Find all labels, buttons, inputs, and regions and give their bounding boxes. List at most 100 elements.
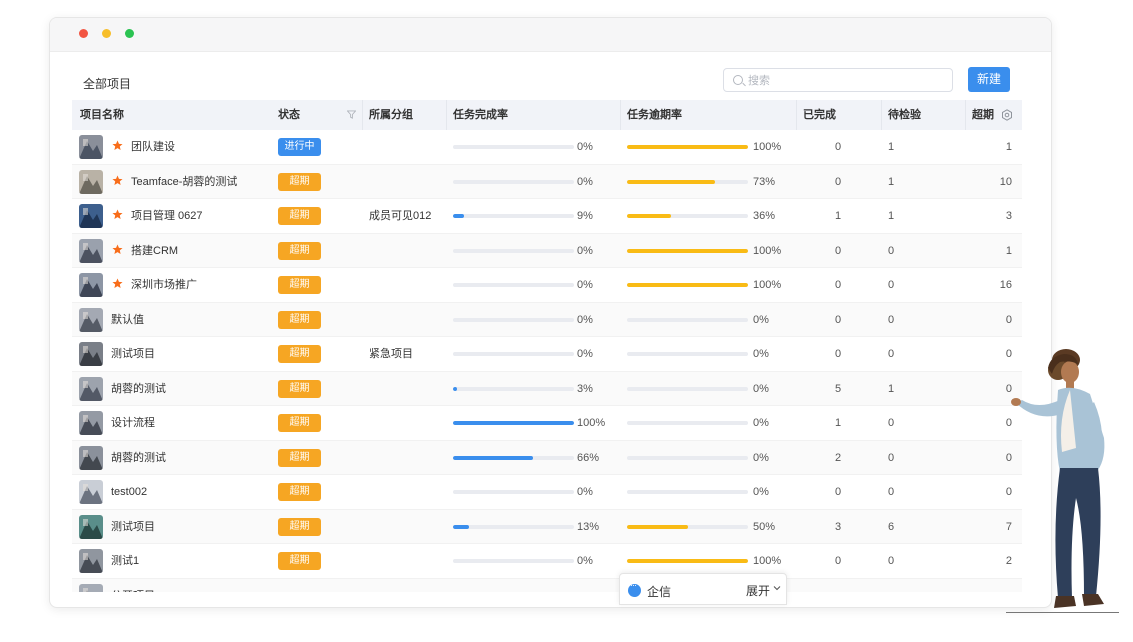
column-header-over[interactable]: 超期: [972, 100, 994, 130]
pending-count: 0: [888, 417, 895, 429]
overdue-bar: [627, 214, 748, 218]
project-name[interactable]: 胡蓉的测试: [111, 372, 166, 406]
overdue-rate: 100%: [753, 244, 782, 257]
project-table: 项目名称 状态 所属分组 任务完成率 任务逾期率 已完成 待检验 超期 团队建设…: [72, 100, 1022, 592]
completion-bar: [453, 248, 574, 253]
search-box[interactable]: [723, 68, 953, 92]
done-count: 2: [835, 451, 842, 464]
ground-line: [1006, 612, 1119, 613]
project-name[interactable]: 深圳市场推广: [131, 268, 197, 302]
pending-count: 1: [888, 175, 895, 188]
overdue-rate: 50%: [753, 520, 776, 533]
project-group: 紧急项目: [369, 348, 413, 360]
project-name[interactable]: 设计流程: [111, 406, 155, 440]
table-row[interactable]: 深圳市场推广 超期 0% 100% 0 0 16: [72, 268, 1022, 303]
table-row[interactable]: 测试项目 超期 13% 50% 3 6 7: [72, 509, 1022, 544]
new-project-button[interactable]: 新建: [968, 67, 1010, 92]
table-row[interactable]: 默认值 超期 0% 0% 0 0 0: [72, 302, 1022, 337]
chat-expand-button[interactable]: 展开: [746, 582, 770, 599]
table-row[interactable]: 胡蓉的测试 超期 66% 0% 2 0 0: [72, 440, 1022, 475]
overdue-count: 1: [1005, 141, 1012, 153]
overdue-rate: 0%: [753, 486, 769, 498]
completion-bar: [453, 214, 574, 218]
status-badge: 超期: [278, 448, 321, 467]
filter-icon[interactable]: [347, 110, 356, 119]
star-icon[interactable]: [112, 140, 123, 151]
project-name[interactable]: 团队建设: [131, 130, 175, 164]
table-row[interactable]: 设计流程 超期 100% 0% 1 0 0: [72, 406, 1022, 441]
done-count: 0: [835, 141, 842, 153]
overdue-rate: 0%: [753, 382, 769, 395]
project-name[interactable]: 测试项目: [111, 337, 155, 371]
chat-widget[interactable]: 企信 展开: [619, 573, 787, 605]
pending-count: 6: [888, 520, 895, 533]
overdue-rate: 36%: [753, 210, 776, 222]
star-icon[interactable]: [112, 278, 123, 289]
table-body: 团队建设 进行中 0% 100% 0 1 1 Teamface-胡蓉的测试 超期 0% 73% 0 1 1…: [72, 130, 1022, 592]
column-header-overdue[interactable]: 任务逾期率: [627, 100, 682, 130]
chat-icon: [628, 580, 641, 597]
project-avatar: [79, 376, 103, 401]
table-row[interactable]: 公开项目: [72, 578, 1022, 593]
project-avatar: [79, 549, 103, 573]
table-row[interactable]: 测试1 超期 0% 100% 0 0 2: [72, 544, 1022, 579]
project-name[interactable]: 测试1: [111, 544, 139, 578]
project-name[interactable]: 默认值: [111, 303, 144, 337]
pending-count: 0: [888, 313, 895, 326]
column-header-status[interactable]: 状态: [278, 100, 300, 130]
table-header: 项目名称 状态 所属分组 任务完成率 任务逾期率 已完成 待检验 超期: [72, 100, 1022, 130]
completion-bar: [453, 145, 574, 149]
table-row[interactable]: 测试项目 超期 紧急项目 0% 0% 0 0 0: [72, 337, 1022, 372]
close-window-button[interactable]: [79, 29, 88, 38]
project-name[interactable]: Teamface-胡蓉的测试: [131, 165, 237, 199]
table-row[interactable]: 团队建设 进行中 0% 100% 0 1 1: [72, 130, 1022, 165]
completion-rate: 66%: [577, 451, 600, 464]
pending-count: 0: [888, 279, 895, 291]
project-name[interactable]: 搭建CRM: [131, 234, 178, 268]
completion-rate: 13%: [577, 520, 600, 533]
pending-count: 1: [888, 210, 895, 222]
project-name[interactable]: 公开项目: [111, 579, 155, 593]
star-icon[interactable]: [112, 175, 123, 186]
status-badge: 超期: [278, 207, 321, 225]
overdue-bar: [627, 248, 748, 253]
project-name[interactable]: 项目管理 0627: [131, 199, 203, 233]
star-icon[interactable]: [112, 244, 123, 255]
table-row[interactable]: 搭建CRM 超期 0% 100% 0 0 1: [72, 233, 1022, 268]
column-header-completion[interactable]: 任务完成率: [453, 100, 508, 130]
column-header-group[interactable]: 所属分组: [369, 100, 413, 130]
column-header-done[interactable]: 已完成: [803, 100, 836, 130]
table-row[interactable]: 项目管理 0627 超期 成员可见012 9% 36% 1 1 3: [72, 199, 1022, 234]
project-name[interactable]: 测试项目: [111, 510, 155, 544]
maximize-window-button[interactable]: [125, 29, 134, 38]
column-header-name[interactable]: 项目名称: [80, 100, 124, 130]
breadcrumb: 全部项目: [83, 77, 132, 91]
completion-bar: [453, 283, 574, 287]
completion-rate: 0%: [577, 313, 593, 326]
table-row[interactable]: Teamface-胡蓉的测试 超期 0% 73% 0 1 10: [72, 164, 1022, 199]
chevron-down-icon[interactable]: [773, 584, 781, 592]
column-divider: [620, 100, 621, 130]
project-avatar: [79, 307, 103, 332]
project-avatar: [79, 514, 103, 539]
completion-rate: 0%: [577, 244, 593, 257]
completion-bar: [453, 317, 574, 322]
settings-gear-icon[interactable]: [1001, 109, 1013, 121]
completion-rate: 0%: [577, 348, 593, 360]
table-row[interactable]: test002 超期 0% 0% 0 0 0: [72, 475, 1022, 510]
project-name[interactable]: 胡蓉的测试: [111, 441, 166, 475]
completion-bar: [453, 490, 574, 494]
completion-rate: 100%: [577, 417, 606, 429]
project-avatar: [79, 445, 103, 470]
project-name[interactable]: test002: [111, 475, 147, 509]
column-divider: [965, 100, 966, 130]
table-row[interactable]: 胡蓉的测试 超期 3% 0% 5 1 0: [72, 371, 1022, 406]
star-icon[interactable]: [112, 209, 123, 220]
search-input[interactable]: [748, 72, 943, 89]
search-icon: [733, 75, 743, 85]
overdue-count: 10: [999, 175, 1012, 188]
column-header-pending[interactable]: 待检验: [888, 100, 921, 130]
minimize-window-button[interactable]: [102, 29, 111, 38]
toolbar: 全部项目 新建: [50, 52, 1051, 100]
overdue-bar: [627, 317, 748, 322]
